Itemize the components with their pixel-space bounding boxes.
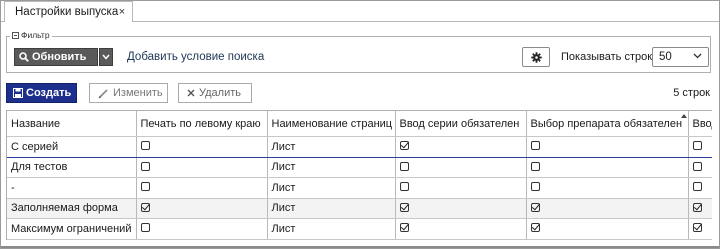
checkbox-cell <box>395 177 527 199</box>
table-row[interactable]: С серией Лист <box>7 136 712 158</box>
checkbox-cell <box>688 218 712 240</box>
table-row[interactable]: - Лист <box>7 177 712 199</box>
refresh-button[interactable]: Обновить <box>14 48 98 66</box>
checkbox-cell <box>526 177 689 199</box>
checkbox-checked[interactable] <box>399 223 409 233</box>
checkbox-unchecked[interactable] <box>530 141 540 151</box>
filter-legend-label: Фильтр <box>21 30 50 40</box>
checkbox-cell <box>395 136 527 158</box>
cell-name: Для тестов <box>7 157 137 178</box>
column-header-left-print[interactable]: Печать по левому краю <box>136 110 268 137</box>
refresh-label: Обновить <box>32 51 87 63</box>
cell-name: Заполняемая форма <box>7 198 137 219</box>
data-grid: Название Печать по левому краю Наименова… <box>6 110 712 240</box>
checkbox-unchecked[interactable] <box>140 223 150 233</box>
cell-pages: Лист <box>267 198 396 219</box>
tab-release-settings[interactable]: Настройки выпуска × <box>4 1 133 22</box>
column-header-pages[interactable]: Наименование страниц <box>267 110 396 137</box>
checkbox-cell <box>395 157 527 178</box>
chevron-down-icon <box>102 54 110 60</box>
settings-button[interactable] <box>522 47 550 67</box>
checkbox-cell <box>526 198 689 219</box>
checkbox-cell <box>526 157 689 178</box>
cell-name: С серией <box>7 136 137 158</box>
cell-name: Максимум ограничений <box>7 218 137 240</box>
checkbox-cell <box>136 218 268 240</box>
show-rows-label: Показывать строк <box>561 51 653 63</box>
checkbox-cell <box>136 136 268 158</box>
checkbox-cell <box>526 136 689 158</box>
checkbox-cell <box>395 218 527 240</box>
header-row: Название Печать по левому краю Наименова… <box>7 110 712 137</box>
checkbox-checked[interactable] <box>692 202 702 212</box>
tab-bar: Настройки выпуска × <box>1 1 719 22</box>
checkbox-unchecked[interactable] <box>530 182 540 192</box>
table-row[interactable]: Для тестов Лист <box>7 157 712 178</box>
create-button[interactable]: Создать <box>6 83 77 103</box>
checkbox-cell <box>136 157 268 178</box>
checkbox-unchecked[interactable] <box>140 141 150 151</box>
checkbox-cell <box>688 157 712 178</box>
checkbox-unchecked[interactable] <box>399 161 409 171</box>
checkbox-cell <box>688 198 712 219</box>
column-header-name[interactable]: Название <box>7 110 137 137</box>
filter-legend[interactable]: Фильтр <box>10 30 52 40</box>
collapse-icon[interactable] <box>12 31 19 39</box>
rows-per-page-value: 50 <box>659 51 672 63</box>
save-icon <box>13 88 23 98</box>
rows-per-page-select[interactable]: 50 <box>652 47 709 67</box>
table-row[interactable]: Максимум ограничений Лист <box>7 218 712 240</box>
checkbox-unchecked[interactable] <box>692 141 702 151</box>
pencil-icon <box>98 88 108 98</box>
delete-button[interactable]: Удалить <box>178 83 252 103</box>
checkbox-cell <box>688 136 712 158</box>
close-icon <box>187 89 195 97</box>
checkbox-checked[interactable] <box>399 202 409 212</box>
checkbox-checked[interactable] <box>692 223 702 233</box>
column-header-drug-required[interactable]: Выбор препарата обязателен <box>526 110 689 137</box>
table-row[interactable]: Заполняемая форма Лист <box>7 198 712 219</box>
edit-button[interactable]: Изменить <box>89 83 168 103</box>
gear-icon <box>530 51 542 63</box>
cell-pages: Лист <box>267 218 396 240</box>
delete-label: Удалить <box>199 87 241 99</box>
checkbox-unchecked[interactable] <box>692 182 702 192</box>
refresh-dropdown-button[interactable] <box>99 48 113 66</box>
row-count: 5 строк <box>673 87 710 99</box>
column-header-series-required[interactable]: Ввод серии обязателен <box>395 110 527 137</box>
edit-label: Изменить <box>113 87 163 99</box>
search-icon <box>19 52 29 62</box>
column-header-input[interactable]: Ввод <box>688 110 712 137</box>
filter-panel: Фильтр Обновить Добавить условие поиска <box>6 30 711 73</box>
checkbox-unchecked[interactable] <box>140 161 150 171</box>
checkbox-unchecked[interactable] <box>692 161 702 171</box>
cell-name: - <box>7 177 137 199</box>
checkbox-cell <box>688 177 712 199</box>
checkbox-unchecked[interactable] <box>530 161 540 171</box>
cell-pages: Лист <box>267 136 396 158</box>
cell-pages: Лист <box>267 177 396 199</box>
checkbox-cell <box>526 218 689 240</box>
checkbox-unchecked[interactable] <box>140 182 150 192</box>
tab-label: Настройки выпуска <box>15 6 119 18</box>
create-label: Создать <box>26 87 72 99</box>
checkbox-cell <box>395 198 527 219</box>
cell-pages: Лист <box>267 157 396 178</box>
chevron-down-icon <box>693 49 702 66</box>
checkbox-checked[interactable] <box>530 223 540 233</box>
add-condition-link[interactable]: Добавить условие поиска <box>127 51 264 63</box>
checkbox-cell <box>136 177 268 199</box>
checkbox-cell <box>136 198 268 219</box>
checkbox-checked[interactable] <box>530 202 540 212</box>
checkbox-checked[interactable] <box>399 141 409 151</box>
checkbox-unchecked[interactable] <box>399 182 409 192</box>
close-icon[interactable]: × <box>116 5 128 19</box>
checkbox-checked[interactable] <box>140 202 150 212</box>
